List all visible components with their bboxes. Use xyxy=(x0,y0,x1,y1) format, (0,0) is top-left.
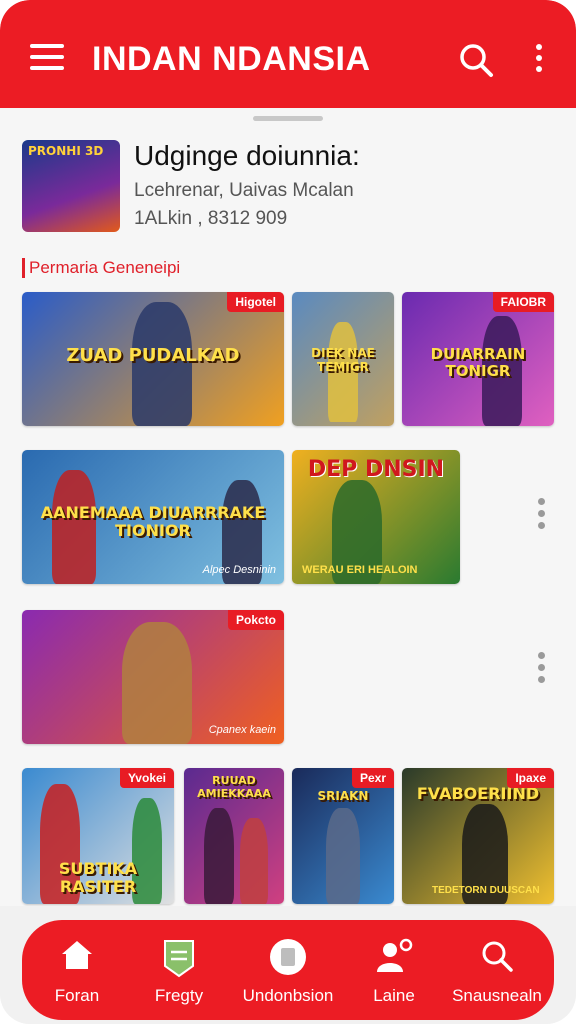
more-options-icon[interactable] xyxy=(538,498,546,534)
card-caption: Cpanex kaein xyxy=(208,724,276,736)
card-badge: Higotel xyxy=(227,292,284,312)
nav-label: Undonbsion xyxy=(242,986,334,1005)
person-gear-icon xyxy=(377,938,413,972)
card-badge: Yvokei xyxy=(119,768,174,788)
profile-meta: 1ALkin , 8312 909 xyxy=(134,208,288,229)
hamburger-menu-icon[interactable] xyxy=(30,44,64,72)
home-icon xyxy=(62,941,92,969)
card-headline: SUBTIKA RASITER xyxy=(58,859,138,896)
profile-title: Udginge doiunnia: xyxy=(134,140,360,171)
card-badge: Pokcto xyxy=(227,610,284,630)
nav-item-laine[interactable]: Laine xyxy=(339,920,449,1020)
drag-handle[interactable] xyxy=(253,116,323,121)
more-options-icon[interactable] xyxy=(538,652,546,688)
nav-label: Foran xyxy=(54,986,100,1005)
phone-screen: INDAN NDANSIA PRONHI 3D Udginge doiunnia… xyxy=(0,0,576,1024)
game-card[interactable]: AANEMAAA DIUARRRAKE TIONIOR Alpec Desnin… xyxy=(22,450,284,584)
card-caption: Alpec Desninin xyxy=(202,564,276,576)
nav-label: Fregty xyxy=(154,986,204,1005)
profile-thumbnail-label: PRONHI 3D xyxy=(28,144,104,158)
search-icon xyxy=(482,941,513,972)
nav-label: Laine xyxy=(373,986,415,1005)
vertical-ellipsis-icon[interactable] xyxy=(533,44,545,76)
nav-item-foran[interactable]: Foran xyxy=(22,920,132,1020)
profile-thumbnail[interactable]: PRONHI 3D xyxy=(22,140,120,232)
app-title: INDAN NDANSIA xyxy=(92,40,371,78)
game-card[interactable]: SRIAKN Pexr xyxy=(292,768,394,904)
card-headline: DIEK NAE TEMIGR xyxy=(311,345,375,374)
bottom-navigation: Foran Fregty Undonbsion Laine Snausnealn xyxy=(22,920,554,1020)
card-caption: WERAU ERI HEALOIN xyxy=(302,564,418,576)
nav-label: Snausnealn xyxy=(452,986,542,1005)
game-card[interactable]: Pokcto Cpanex kaein xyxy=(22,610,284,744)
nav-item-fregty[interactable]: Fregty xyxy=(124,920,234,1020)
game-card[interactable]: FVABOERIIND TEDETORN DUUSCAN Ipaxe xyxy=(402,768,554,904)
game-card[interactable]: RUUAD AMIEKKAAA xyxy=(184,768,284,904)
card-headline: ZUAD PUDALKAD xyxy=(66,344,240,366)
game-card[interactable]: ZUAD PUDALKAD Higotel xyxy=(22,292,284,426)
card-badge: Pexr xyxy=(351,768,394,788)
tag-icon xyxy=(164,940,194,978)
section-label: Permaria Geneneipi xyxy=(22,258,180,278)
circle-badge-icon xyxy=(270,939,306,975)
game-card[interactable]: DEP DNSIN WERAU ERI HEALOIN xyxy=(292,450,460,584)
nav-item-undonbsion[interactable]: Undonbsion xyxy=(233,920,343,1020)
game-card[interactable]: SUBTIKA RASITER Yvokei xyxy=(22,768,174,904)
card-headline: AANEMAAA DIUARRRAKE TIONIOR xyxy=(40,502,266,540)
app-bar: INDAN NDANSIA xyxy=(0,0,576,108)
profile-subtitle: Lcehrenar, Uaivas Mcalan xyxy=(134,180,354,201)
content-area: PRONHI 3D Udginge doiunnia: Lcehrenar, U… xyxy=(0,108,576,908)
game-card[interactable]: DIEK NAE TEMIGR xyxy=(292,292,394,426)
card-headline: DUIARRAIN TONIGR xyxy=(430,344,526,380)
game-card[interactable]: DUIARRAIN TONIGR FAIOBR xyxy=(402,292,554,426)
search-icon[interactable] xyxy=(458,42,494,78)
card-headline: SRIAKN xyxy=(317,789,369,803)
card-badge: FAIOBR xyxy=(492,292,554,312)
card-headline: DEP DNSIN xyxy=(307,457,445,482)
nav-item-snausnealn[interactable]: Snausnealn xyxy=(442,920,552,1020)
card-badge: Ipaxe xyxy=(507,768,554,788)
card-caption: TEDETORN DUUSCAN xyxy=(432,885,540,896)
card-headline: RUUAD AMIEKKAAA xyxy=(197,774,271,800)
